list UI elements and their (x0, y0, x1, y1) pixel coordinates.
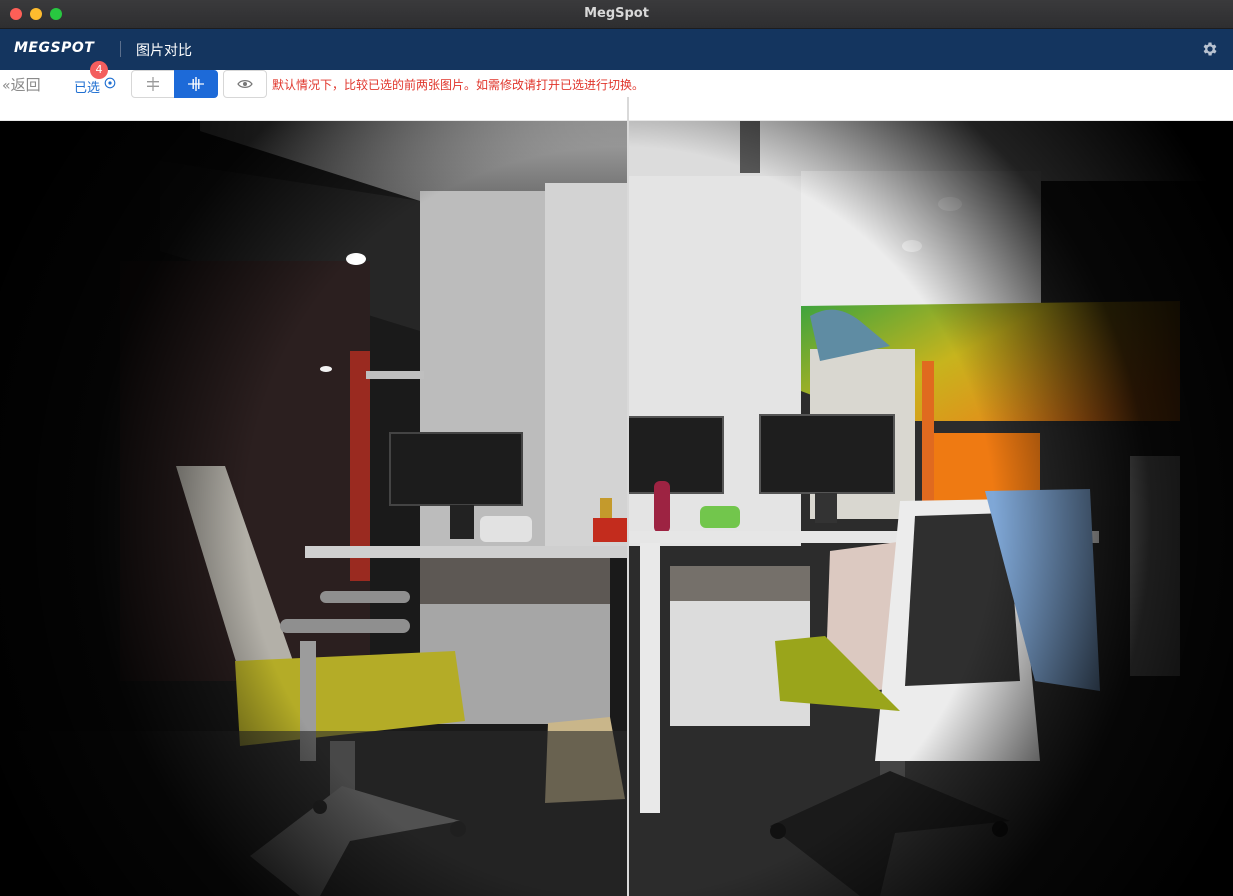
back-button[interactable]: «返回 (2, 74, 41, 95)
selected-button[interactable]: 已选 (74, 77, 100, 96)
preview-toggle-button[interactable] (223, 70, 267, 98)
window-titlebar: MegSpot (0, 0, 1233, 29)
gear-icon[interactable] (1201, 40, 1219, 58)
selected-label: 已选 (74, 81, 101, 96)
eye-icon (237, 80, 253, 88)
compare-hint: 默认情况下，比较已选的前两张图片。如需修改请打开已选进行切换。 (272, 78, 645, 92)
split-horizontal-button[interactable] (131, 70, 175, 98)
circle-dot-icon[interactable] (104, 77, 116, 89)
back-label: 返回 (10, 76, 41, 94)
compare-divider-handle[interactable] (627, 97, 629, 896)
page-title: 图片对比 (136, 43, 192, 59)
office-photo-comparison (0, 121, 1233, 896)
app-logo[interactable]: MEGSPOT (14, 40, 94, 56)
double-chevron-left-icon: « (2, 78, 11, 94)
split-vertical-icon (188, 77, 204, 91)
header-divider (120, 41, 121, 57)
app-header: MEGSPOT 图片对比 (0, 29, 1233, 70)
window-title: MegSpot (584, 6, 649, 21)
image-compare-viewer[interactable] (0, 121, 1233, 896)
split-vertical-button[interactable] (174, 70, 218, 98)
split-horizontal-icon (147, 77, 159, 91)
compare-toolbar: «返回 已选 4 默认情况下，比较已选的前两张图片。如需修改请打开已选进行切换。 (0, 61, 1233, 120)
